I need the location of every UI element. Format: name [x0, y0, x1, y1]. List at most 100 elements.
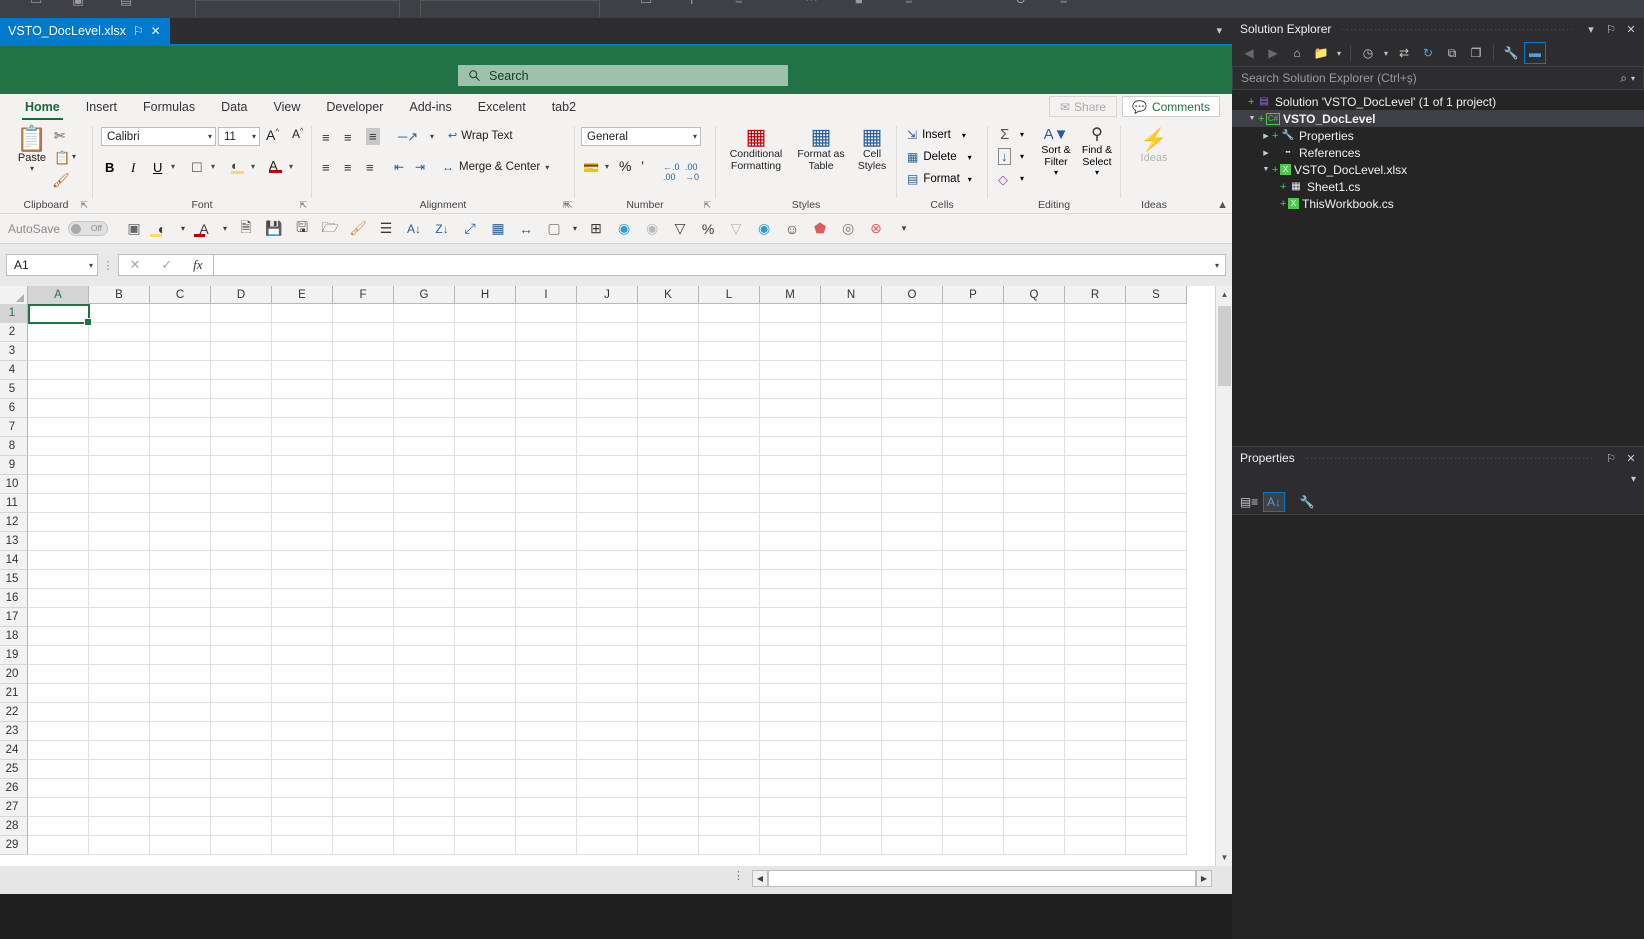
cell-C18[interactable] [150, 627, 211, 646]
cell-F11[interactable] [333, 494, 394, 513]
cell-J28[interactable] [577, 817, 638, 836]
cell-F6[interactable] [333, 399, 394, 418]
cell-J14[interactable] [577, 551, 638, 570]
cell-K22[interactable] [638, 703, 699, 722]
cell-N1[interactable] [821, 304, 882, 323]
chevron-down-icon[interactable]: ▾ [89, 261, 93, 270]
cell-O4[interactable] [882, 361, 943, 380]
document-tab[interactable]: VSTO_DocLevel.xlsx ⚐ ✕ [0, 18, 170, 44]
cell-K12[interactable] [638, 513, 699, 532]
pending-changes-icon[interactable]: ◷ [1357, 42, 1379, 64]
cell-D22[interactable] [211, 703, 272, 722]
chevron-down-icon[interactable]: ▾ [1216, 24, 1222, 37]
cell-C8[interactable] [150, 437, 211, 456]
cell-L7[interactable] [699, 418, 760, 437]
cell-S25[interactable] [1126, 760, 1187, 779]
cell-M19[interactable] [760, 646, 821, 665]
cell-L13[interactable] [699, 532, 760, 551]
cell-O11[interactable] [882, 494, 943, 513]
cell-E3[interactable] [272, 342, 333, 361]
cell-B12[interactable] [89, 513, 150, 532]
clear-button[interactable]: ◇ [998, 172, 1008, 188]
cell-M20[interactable] [760, 665, 821, 684]
cell-I23[interactable] [516, 722, 577, 741]
toolbar-icon[interactable]: ≡ [905, 0, 913, 7]
cell-N4[interactable] [821, 361, 882, 380]
cell-D2[interactable] [211, 323, 272, 342]
cell-I28[interactable] [516, 817, 577, 836]
format-as-table-button[interactable]: ▦ Format as Table [792, 126, 850, 173]
cell-E12[interactable] [272, 513, 333, 532]
cell-M21[interactable] [760, 684, 821, 703]
cell-F3[interactable] [333, 342, 394, 361]
cell-K25[interactable] [638, 760, 699, 779]
cell-B11[interactable] [89, 494, 150, 513]
tree-item-project[interactable]: ▼ + C# VSTO_DocLevel [1232, 110, 1644, 127]
cell-B7[interactable] [89, 418, 150, 437]
copy-icon[interactable]: 📋 [54, 150, 70, 166]
cell-I19[interactable] [516, 646, 577, 665]
cell-G29[interactable] [394, 836, 455, 855]
cell-M15[interactable] [760, 570, 821, 589]
cell-F12[interactable] [333, 513, 394, 532]
cell-K24[interactable] [638, 741, 699, 760]
cell-M5[interactable] [760, 380, 821, 399]
row-header-28[interactable]: 28 [0, 817, 28, 836]
pin-icon[interactable]: ⚐ [133, 24, 144, 38]
cell-C28[interactable] [150, 817, 211, 836]
cell-M3[interactable] [760, 342, 821, 361]
clear-filter-icon[interactable]: ▽ [722, 217, 750, 241]
cell-R29[interactable] [1065, 836, 1126, 855]
cell-F1[interactable] [333, 304, 394, 323]
cell-N12[interactable] [821, 513, 882, 532]
cell-E1[interactable] [272, 304, 333, 323]
forward-icon[interactable]: ▶ [1262, 42, 1284, 64]
toolbar-icon[interactable]: ▣ [72, 0, 84, 8]
target-icon[interactable]: ◎ [834, 217, 862, 241]
cell-L2[interactable] [699, 323, 760, 342]
pending-changes-dropdown-icon[interactable]: ▾ [1381, 42, 1391, 64]
cell-K27[interactable] [638, 798, 699, 817]
cell-N5[interactable] [821, 380, 882, 399]
column-header-q[interactable]: Q [1004, 286, 1065, 304]
autosum-button[interactable]: Σ [1000, 126, 1009, 143]
cell-Q7[interactable] [1004, 418, 1065, 437]
vertical-scroll-thumb[interactable] [1218, 306, 1231, 386]
properties-grid[interactable] [1232, 515, 1644, 939]
cell-Q25[interactable] [1004, 760, 1065, 779]
cell-N2[interactable] [821, 323, 882, 342]
cell-Q19[interactable] [1004, 646, 1065, 665]
selected-cell-a1[interactable] [28, 304, 92, 326]
cell-B26[interactable] [89, 779, 150, 798]
cell-G5[interactable] [394, 380, 455, 399]
cell-A10[interactable] [28, 475, 89, 494]
cell-B15[interactable] [89, 570, 150, 589]
cell-E29[interactable] [272, 836, 333, 855]
cell-F21[interactable] [333, 684, 394, 703]
cell-J27[interactable] [577, 798, 638, 817]
cell-M17[interactable] [760, 608, 821, 627]
column-header-j[interactable]: J [577, 286, 638, 304]
cell-I22[interactable] [516, 703, 577, 722]
cell-S19[interactable] [1126, 646, 1187, 665]
cell-A17[interactable] [28, 608, 89, 627]
borders-dropdown-icon[interactable]: ▾ [211, 162, 215, 171]
copy-dropdown-icon[interactable]: ▾ [72, 152, 76, 161]
cell-A21[interactable] [28, 684, 89, 703]
cell-G10[interactable] [394, 475, 455, 494]
cell-Q23[interactable] [1004, 722, 1065, 741]
cell-G20[interactable] [394, 665, 455, 684]
cell-M12[interactable] [760, 513, 821, 532]
paste-dropdown-icon[interactable]: ▾ [12, 164, 52, 173]
cell-C7[interactable] [150, 418, 211, 437]
categorized-icon[interactable]: ▤≡ [1238, 492, 1260, 512]
font-dialog-launcher[interactable]: ⇱ [299, 200, 307, 211]
cell-Q3[interactable] [1004, 342, 1065, 361]
cell-J25[interactable] [577, 760, 638, 779]
cell-R28[interactable] [1065, 817, 1126, 836]
cell-A8[interactable] [28, 437, 89, 456]
cell-P18[interactable] [943, 627, 1004, 646]
cell-Q11[interactable] [1004, 494, 1065, 513]
cell-A14[interactable] [28, 551, 89, 570]
cell-B1[interactable] [89, 304, 150, 323]
